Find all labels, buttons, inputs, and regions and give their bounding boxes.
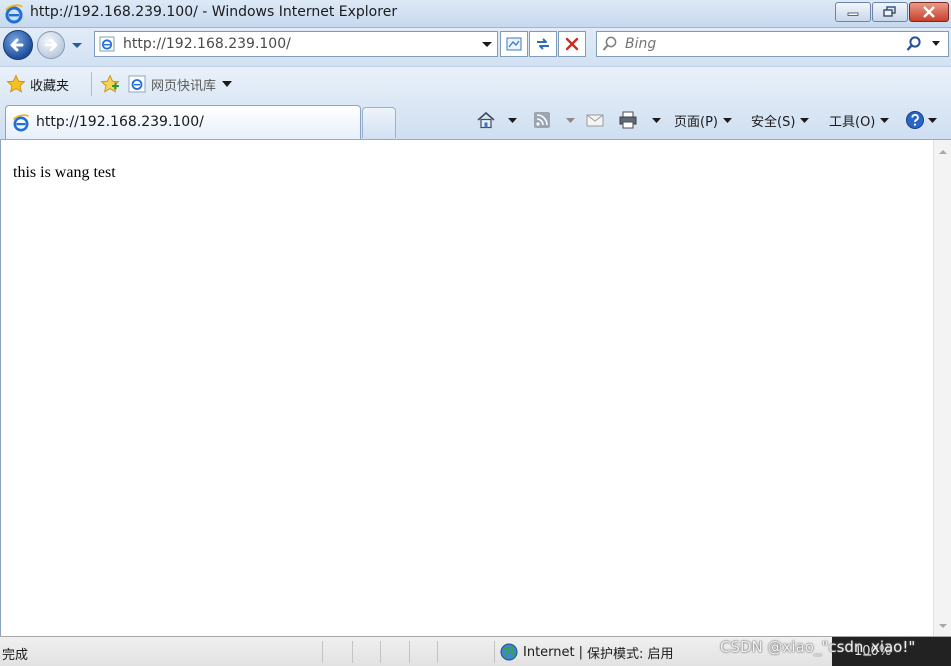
stop-icon [565, 37, 579, 51]
favorites-bar: 收藏夹 网页快讯库 [0, 66, 951, 102]
stop-button[interactable] [558, 31, 586, 57]
rss-icon [534, 112, 550, 128]
printer-icon [619, 111, 637, 129]
refresh-button[interactable] [529, 31, 557, 57]
help-icon [906, 111, 924, 129]
recent-pages-dropdown-icon[interactable] [70, 40, 84, 50]
feeds-button[interactable] [532, 108, 575, 132]
vertical-scrollbar[interactable] [933, 140, 951, 636]
zone-label: Internet [523, 644, 575, 660]
add-to-favorites-bar-icon[interactable] [100, 74, 120, 94]
navigation-bar [0, 28, 951, 66]
page-menu[interactable]: 页面(P) [674, 108, 732, 132]
tab-label: http://192.168.239.100/ [36, 114, 204, 130]
restore-button[interactable] [872, 2, 908, 22]
print-button[interactable] [618, 108, 661, 132]
favorites-label: 收藏夹 [30, 78, 70, 94]
close-icon [923, 6, 935, 18]
protected-mode-label: 保护模式: 启用 [587, 646, 674, 662]
page-menu-label: 页面(P) [674, 114, 718, 130]
globe-icon [500, 643, 518, 661]
chevron-down-icon[interactable] [566, 117, 575, 124]
web-slice-gallery-link[interactable]: 网页快讯库 [128, 73, 233, 95]
search-icon[interactable] [905, 35, 923, 53]
address-input[interactable] [123, 34, 473, 54]
scroll-down-icon[interactable] [938, 622, 948, 630]
security-zone[interactable]: Internet | 保护模式: 启用 [500, 642, 674, 662]
page-icon [99, 36, 115, 52]
watermark: CSDN @xiao_"csdn_xiao!" [720, 638, 916, 656]
favorites-separator [91, 72, 92, 96]
compatibility-view-icon [506, 37, 522, 51]
window-title: http://192.168.239.100/ - Windows Intern… [30, 4, 398, 20]
chevron-down-icon[interactable] [508, 117, 517, 124]
status-divider [380, 641, 381, 663]
home-button[interactable] [476, 108, 517, 132]
minimize-icon [847, 12, 859, 16]
chevron-down-icon [222, 81, 233, 87]
compatibility-view-button[interactable] [500, 31, 528, 57]
search-provider-icon [602, 36, 617, 51]
search-input[interactable] [625, 34, 885, 54]
minimize-button[interactable] [835, 2, 871, 22]
search-options-dropdown-icon[interactable] [931, 40, 941, 48]
close-button[interactable] [909, 2, 949, 22]
status-text: 完成 [2, 648, 29, 663]
status-divider [352, 641, 353, 663]
forward-arrow-icon [44, 38, 58, 52]
tools-menu[interactable]: 工具(O) [829, 108, 890, 132]
web-slice-gallery-label: 网页快讯库 [151, 78, 217, 94]
back-button[interactable] [3, 30, 33, 60]
tab-current-page[interactable]: http://192.168.239.100/ [5, 105, 361, 139]
new-tab-button[interactable] [362, 107, 396, 138]
safety-menu-label: 安全(S) [751, 114, 796, 130]
star-icon [6, 74, 26, 93]
address-bar[interactable] [94, 31, 498, 57]
scroll-up-icon[interactable] [938, 148, 948, 156]
chevron-down-icon[interactable] [652, 117, 661, 124]
ie-window: http://192.168.239.100/ - Windows Intern… [0, 0, 951, 666]
status-divider [322, 641, 323, 663]
safety-menu[interactable]: 安全(S) [751, 108, 810, 132]
favorites-button[interactable]: 收藏夹 [6, 73, 69, 95]
chevron-down-icon [722, 117, 732, 123]
ie-logo-icon [12, 114, 30, 132]
page-viewport: this is wang test [0, 140, 951, 636]
chevron-down-icon [928, 117, 937, 123]
ie-page-icon [128, 75, 146, 93]
refresh-icon [537, 38, 549, 50]
status-divider [437, 641, 438, 663]
tools-menu-label: 工具(O) [829, 114, 876, 130]
restore-icon [883, 6, 896, 17]
home-icon [477, 111, 495, 129]
mail-icon [586, 114, 604, 127]
address-dropdown-icon[interactable] [481, 39, 493, 49]
chevron-down-icon [880, 117, 890, 123]
status-divider [494, 641, 495, 663]
tab-row: http://192.168.239.100/ 页面(P) 安全(S) 工具(O… [0, 102, 951, 140]
title-bar: http://192.168.239.100/ - Windows Intern… [0, 0, 951, 28]
page-body-text: this is wang test [13, 164, 116, 181]
chevron-down-icon [800, 117, 810, 123]
zone-separator: | [578, 644, 584, 660]
forward-button[interactable] [37, 31, 65, 59]
search-box[interactable] [596, 31, 949, 57]
ie-logo-icon [5, 4, 23, 24]
help-button[interactable] [905, 108, 937, 132]
back-arrow-icon [10, 38, 24, 52]
read-mail-button[interactable] [585, 108, 605, 132]
status-divider [409, 641, 410, 663]
